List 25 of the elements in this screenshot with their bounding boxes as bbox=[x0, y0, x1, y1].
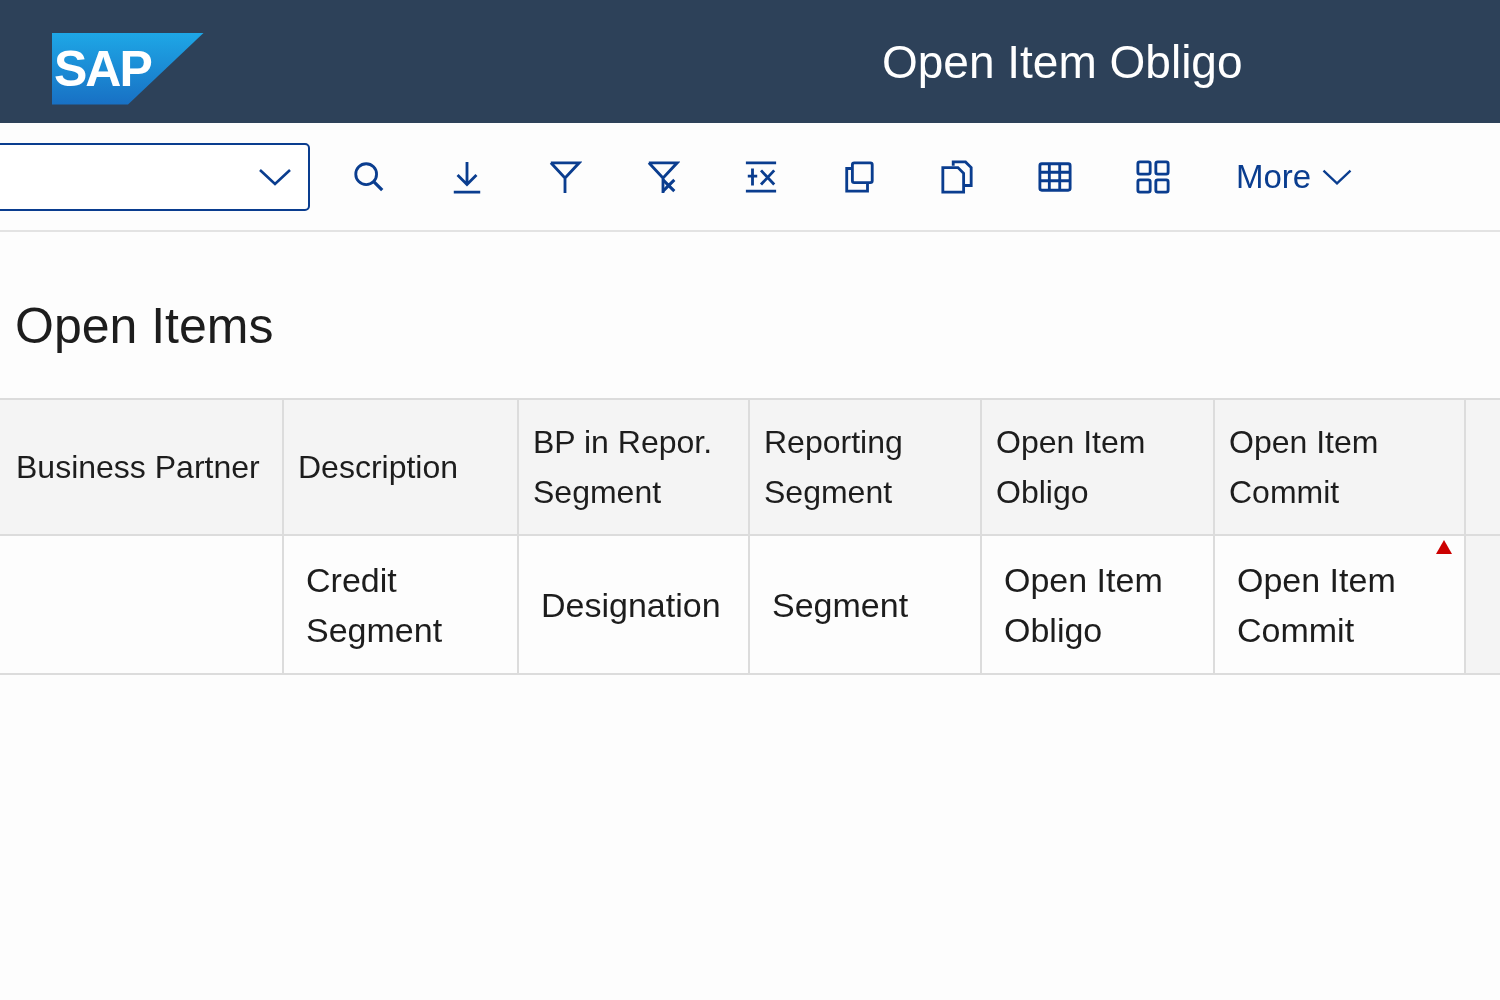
table-cell-text: Open Item Obligo bbox=[1004, 559, 1164, 651]
table-cell-text: Open Item Commit bbox=[1237, 559, 1397, 651]
copy-icon[interactable] bbox=[842, 159, 876, 194]
search-icon[interactable] bbox=[352, 159, 386, 194]
table-cell-text: Credit Segment bbox=[306, 559, 444, 651]
section-title: Open Items bbox=[15, 297, 275, 356]
table-icon[interactable] bbox=[1038, 159, 1072, 194]
grid-icon[interactable] bbox=[1136, 159, 1170, 194]
table-cell-text: Segment bbox=[772, 584, 909, 626]
column-header[interactable]: Description bbox=[284, 400, 519, 534]
clear-formula-icon[interactable] bbox=[744, 159, 778, 194]
app-title: Open Item Obligo bbox=[882, 34, 1243, 89]
dropdown-field[interactable] bbox=[0, 142, 310, 211]
more-button[interactable]: More bbox=[1236, 157, 1354, 196]
clear-filter-icon[interactable] bbox=[646, 159, 680, 194]
documents-icon[interactable] bbox=[940, 159, 974, 194]
column-header[interactable]: BP in Repor. Segment bbox=[519, 400, 750, 534]
chevron-down-icon bbox=[258, 166, 292, 187]
table-cell-text: Designation bbox=[541, 584, 721, 626]
column-header[interactable]: Open Item Obligo bbox=[982, 400, 1215, 534]
chevron-down-icon bbox=[1321, 167, 1354, 186]
sap-logo: SAP bbox=[52, 32, 204, 105]
column-header[interactable]: Reporting Segment bbox=[750, 400, 982, 534]
filter-icon[interactable] bbox=[548, 159, 582, 194]
column-header[interactable]: Business Partner bbox=[0, 400, 284, 534]
